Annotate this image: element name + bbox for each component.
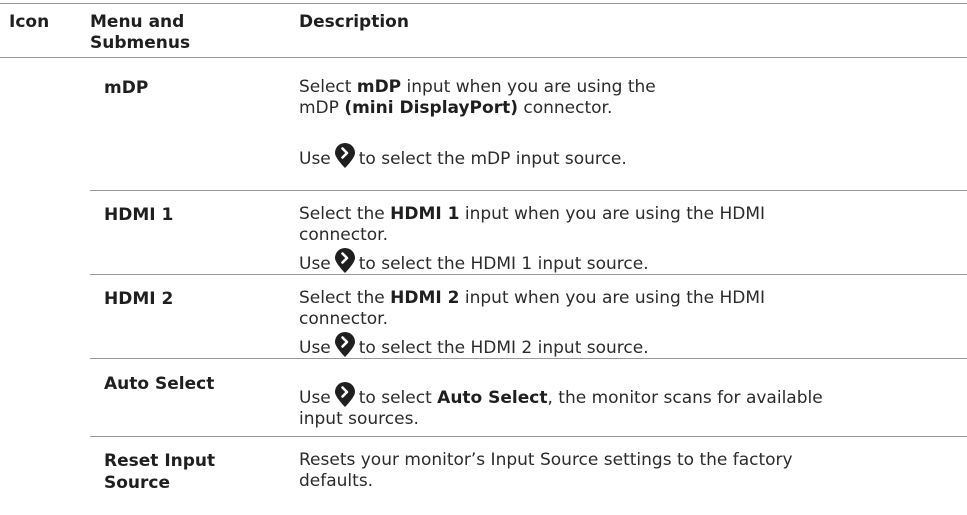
- nav-forward-icon: [334, 332, 355, 357]
- nav-forward-icon: [334, 143, 355, 168]
- nav-forward-icon: [334, 382, 355, 407]
- menu-table: Icon Menu and Submenus Description mDP S…: [0, 0, 967, 515]
- header-menu-line1: Menu and: [90, 12, 185, 32]
- row-divider: [90, 190, 967, 191]
- desc-auto-select: Use to select Auto Select, the monitor sc…: [299, 382, 959, 430]
- desc-hdmi1-p2: Use to select the HDMI 1 input source.: [299, 248, 959, 275]
- submenu-auto-select: Auto Select: [104, 374, 215, 394]
- table-top-rule: [0, 3, 967, 4]
- submenu-mdp: mDP: [104, 78, 149, 98]
- header-bottom-rule: [0, 57, 967, 58]
- submenu-hdmi1: HDMI 1: [104, 205, 174, 225]
- header-menu-col: Menu and Submenus: [90, 12, 260, 54]
- row-divider: [90, 436, 967, 437]
- submenu-reset-line1: Reset Input: [104, 451, 216, 471]
- desc-hdmi2-p1: Select the HDMI 2 input when you are usi…: [299, 288, 766, 329]
- desc-mdp-p2: Use to select the mDP input source.: [299, 143, 959, 170]
- submenu-reset-line2: Source: [104, 473, 171, 493]
- header-menu-line2: Submenus: [90, 33, 191, 53]
- submenu-hdmi2: HDMI 2: [104, 289, 174, 309]
- header-desc-col: Description: [299, 12, 409, 32]
- desc-reset-input-source: Resets your monitor’s Input Source setti…: [299, 450, 793, 491]
- desc-hdmi2-p2: Use to select the HDMI 2 input source.: [299, 332, 959, 359]
- desc-mdp-p1: Select mDP input when you are using the m…: [299, 77, 656, 118]
- desc-hdmi1-p1: Select the HDMI 1 input when you are usi…: [299, 204, 766, 245]
- nav-forward-icon: [334, 248, 355, 273]
- header-icon-col: Icon: [9, 12, 50, 32]
- submenu-reset-input-source: Reset Input Source: [104, 450, 274, 494]
